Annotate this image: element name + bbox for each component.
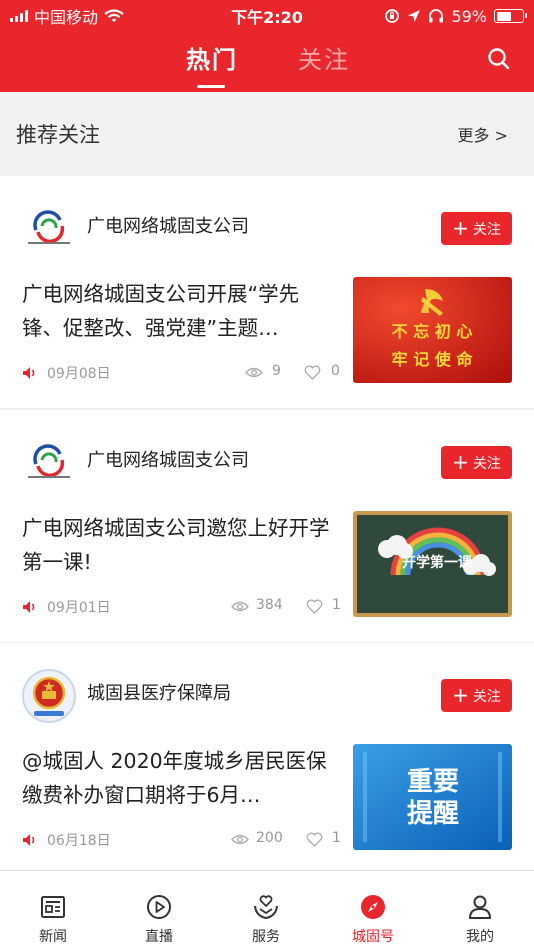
- thumbnail-caption-1: 不 忘 初 心: [392, 322, 473, 341]
- view-count: 200: [256, 830, 283, 846]
- like-count: 1: [332, 597, 341, 613]
- feed-item-header: 广电网络城固支公司 + 关注: [0, 176, 534, 272]
- follow-button[interactable]: + 关注: [441, 446, 512, 479]
- heart-icon[interactable]: [304, 365, 321, 380]
- follow-label: 关注: [472, 221, 501, 238]
- source-name[interactable]: 城固县医疗保障局: [87, 679, 231, 705]
- feed-item[interactable]: 城固县医疗保障局 + 关注 @城固人 2020年度城乡居民医保缴费补办窗口期将于…: [0, 643, 534, 875]
- thumbnail-caption: 开学第一课: [402, 554, 473, 571]
- signal-icon: [10, 10, 28, 22]
- plus-icon: +: [452, 682, 469, 707]
- thumbnail-image[interactable]: 开学第一课: [353, 511, 512, 617]
- heart-icon[interactable]: [306, 599, 323, 614]
- follow-button[interactable]: + 关注: [441, 679, 512, 712]
- news-icon: [41, 896, 65, 918]
- service-icon: [254, 895, 278, 920]
- plus-icon: +: [452, 215, 469, 240]
- recommend-section-header: 推荐关注 更多 >: [0, 92, 534, 176]
- wifi-icon: [104, 9, 124, 22]
- source-logo[interactable]: [22, 202, 76, 256]
- heart-icon[interactable]: [306, 832, 323, 847]
- thumbnail-caption-2: 提醒: [407, 799, 459, 829]
- view-count: 384: [256, 597, 283, 613]
- headphones-icon: [429, 9, 444, 23]
- feed-item[interactable]: 广电网络城固支公司 + 关注 广电网络城固支公司邀您上好开学第一课! 开学第一课…: [0, 410, 534, 642]
- carrier-name: 中国移动: [34, 8, 99, 27]
- speaker-icon[interactable]: [22, 366, 38, 380]
- speaker-icon[interactable]: [22, 600, 38, 614]
- follow-label: 关注: [472, 455, 501, 472]
- active-tab-indicator: [197, 85, 225, 88]
- feed-item[interactable]: 广电网络城固支公司 + 关注 广电网络城固支公司开展“学先锋、促整改、强党建”主…: [0, 176, 534, 408]
- follow-button[interactable]: + 关注: [441, 212, 512, 245]
- follow-label: 关注: [472, 688, 501, 705]
- battery-percent: 59%: [451, 6, 487, 26]
- status-bar: 中国移动 下午2:20 59%: [0, 0, 534, 32]
- rotation-lock-icon: [385, 9, 400, 23]
- more-link[interactable]: 更多 >: [458, 122, 509, 146]
- thumbnail-image[interactable]: 重要 提醒: [353, 744, 512, 850]
- headline[interactable]: 广电网络城固支公司开展“学先锋、促整改、强党建”主题…: [22, 277, 332, 345]
- nav-chenggu-hao[interactable]: 城固号: [333, 871, 413, 951]
- view-count: 9: [272, 363, 281, 379]
- search-icon[interactable]: [486, 46, 512, 72]
- plus-icon: +: [452, 449, 469, 474]
- source-logo[interactable]: [22, 436, 76, 490]
- bottom-navigation: 新闻 直播 服务 城固号 我的: [0, 870, 534, 951]
- feed-item-header: 广电网络城固支公司 + 关注: [0, 410, 534, 506]
- nav-news[interactable]: 新闻: [13, 871, 93, 951]
- nav-label: 新闻: [39, 929, 67, 945]
- thumbnail-image[interactable]: 不 忘 初 心 牢 记 使 命: [353, 277, 512, 383]
- nav-service[interactable]: 服务: [226, 871, 306, 951]
- publish-date: 06月18日: [47, 833, 111, 849]
- feed-item-header: 城固县医疗保障局 + 关注: [0, 643, 534, 739]
- nav-label: 服务: [252, 929, 280, 945]
- publish-date: 09月01日: [47, 600, 111, 616]
- like-count: 0: [331, 363, 340, 379]
- thumbnail-caption-1: 重要: [407, 767, 459, 797]
- source-name[interactable]: 广电网络城固支公司: [87, 212, 249, 238]
- nav-label: 我的: [466, 929, 494, 945]
- tab-following[interactable]: 关注: [298, 40, 350, 75]
- top-tab-bar: 热门 关注: [0, 32, 534, 92]
- section-title: 推荐关注: [16, 123, 100, 147]
- tab-hot[interactable]: 热门: [186, 40, 238, 75]
- eye-icon: [231, 834, 249, 845]
- headline[interactable]: 广电网络城固支公司邀您上好开学第一课!: [22, 511, 332, 579]
- publish-date: 09月08日: [47, 366, 111, 382]
- nav-label: 直播: [145, 929, 173, 945]
- source-name[interactable]: 广电网络城固支公司: [87, 446, 249, 472]
- speaker-icon[interactable]: [22, 833, 38, 847]
- eye-icon: [231, 601, 249, 612]
- nav-live[interactable]: 直播: [119, 871, 199, 951]
- location-icon: [408, 10, 421, 22]
- nav-label: 城固号: [352, 929, 394, 945]
- battery-icon: [494, 9, 527, 23]
- feed-meta: 09月08日 9 0: [22, 363, 342, 383]
- nav-profile[interactable]: 我的: [440, 871, 520, 951]
- app-header: 中国移动 下午2:20 59% 热门 关注: [0, 0, 534, 92]
- live-icon: [147, 895, 171, 919]
- compass-icon: [361, 895, 385, 919]
- thumbnail-caption-2: 牢 记 使 命: [392, 350, 474, 369]
- feed-meta: 09月01日 384 1: [22, 597, 342, 617]
- national-emblem-logo[interactable]: [22, 669, 76, 723]
- eye-icon: [245, 367, 263, 378]
- like-count: 1: [332, 830, 341, 846]
- headline[interactable]: @城固人 2020年度城乡居民医保缴费补办窗口期将于6月…: [22, 744, 332, 812]
- profile-icon: [469, 895, 491, 919]
- feed-meta: 06月18日 200 1: [22, 830, 342, 850]
